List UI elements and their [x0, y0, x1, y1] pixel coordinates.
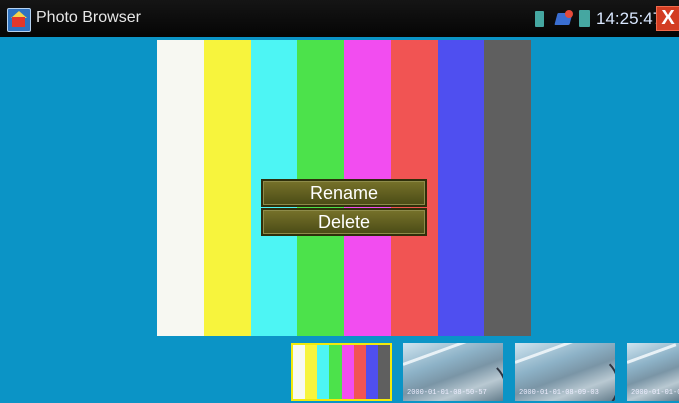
thumbnail-color-bar [329, 345, 342, 399]
color-bar [203, 40, 251, 336]
clock: 14:25:47 [596, 9, 663, 28]
thumbnail-color-bar [305, 345, 318, 399]
thumbnail-timestamp: 2000-01-01-0 [631, 389, 679, 397]
app-title: Photo Browser [36, 9, 141, 26]
color-bar [437, 40, 485, 336]
thumbnail-color-bar [365, 345, 378, 399]
thumbnail-color-bar [317, 345, 330, 399]
context-menu: Rename Delete [261, 179, 427, 237]
thumbnail[interactable]: 2000-01-01-08-09-03 [515, 343, 615, 401]
thumbnail-color-bar [293, 345, 306, 399]
thumbnail-selected[interactable] [291, 343, 392, 401]
thumbnail[interactable]: 2000-01-01-0 [627, 343, 679, 401]
color-bar [484, 40, 531, 336]
color-bar [157, 40, 204, 336]
thumbnail-color-bar [377, 345, 390, 399]
thumbnail-color-bar [353, 345, 366, 399]
app-icon [7, 8, 31, 32]
close-icon[interactable]: X [656, 6, 679, 31]
delete-menu-item[interactable]: Delete [261, 208, 427, 236]
thumbnail-timestamp: 2000-01-01-08-09-03 [519, 389, 599, 397]
battery-icon [579, 10, 590, 27]
title-bar: Photo Browser 14:25:47 X [0, 0, 679, 37]
rename-menu-item[interactable]: Rename [261, 179, 427, 207]
thumbnail[interactable]: 2000-01-01-08-50-57 [403, 343, 503, 401]
usb-status-icon [565, 10, 573, 18]
thumbnail-timestamp: 2000-01-01-08-50-57 [407, 389, 487, 397]
thumbnail-color-bar [341, 345, 354, 399]
sd-card-icon [535, 11, 544, 27]
